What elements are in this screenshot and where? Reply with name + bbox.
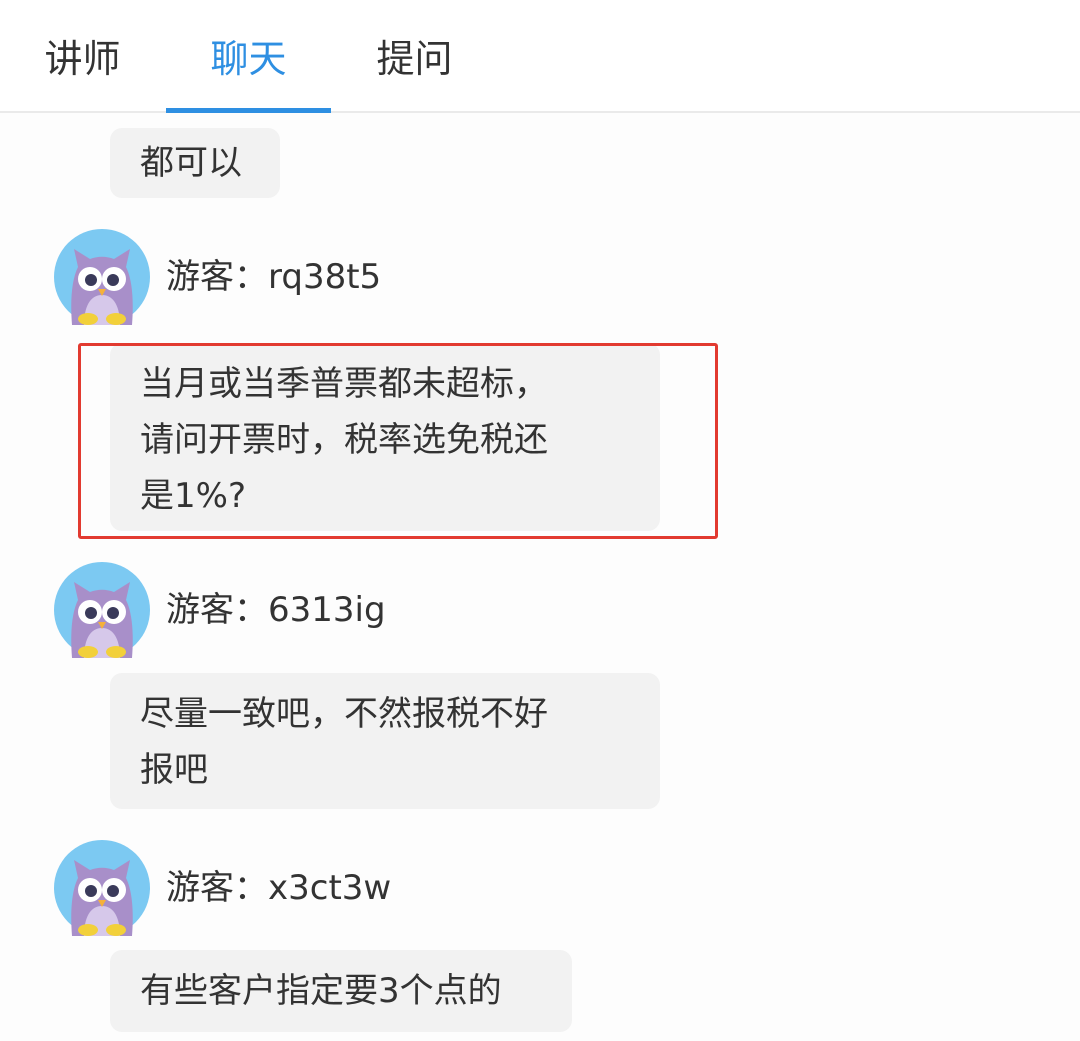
owl-avatar-icon[interactable] [54,840,150,936]
username: 游客：rq38t5 [166,257,382,297]
tab-lecturer[interactable]: 讲师 [0,0,165,111]
owl-avatar-icon[interactable] [54,229,150,325]
tab-questions[interactable]: 提问 [332,0,497,111]
active-tab-indicator [166,108,331,113]
username: 游客：6313ig [166,590,386,630]
owl-avatar-icon[interactable] [54,562,150,658]
username: 游客：x3ct3w [166,868,392,908]
message-bubble: 尽量一致吧，不然报税不好 报吧 [110,673,660,809]
tab-bar: 讲师 聊天 提问 [0,0,1080,113]
chat-list[interactable]: 都可以 游客：rq38t5 当月或当季普票都未超标， 请问开票时，税率选免税还 … [0,115,1080,1041]
message-bubble: 当月或当季普票都未超标， 请问开票时，税率选免税还 是1%? [110,343,660,531]
message-bubble: 有些客户指定要3个点的 [110,950,572,1032]
message-bubble: 都可以 [110,128,280,198]
tab-chat[interactable]: 聊天 [166,0,331,111]
